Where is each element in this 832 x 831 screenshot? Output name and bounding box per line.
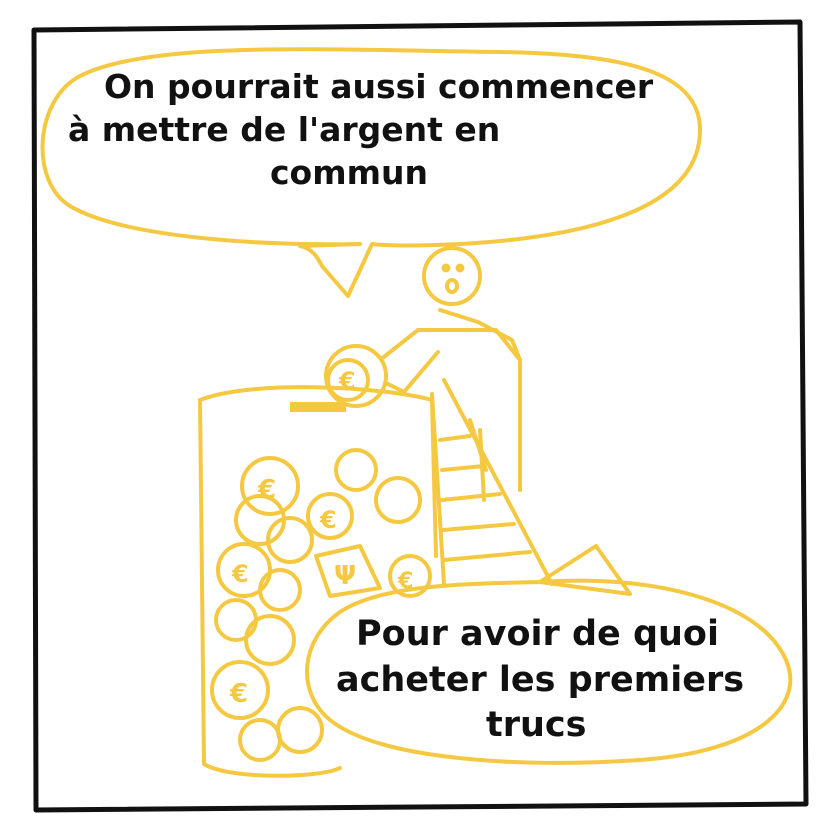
held-coin: € bbox=[324, 344, 388, 408]
speech-line: acheter les premiers bbox=[336, 659, 745, 700]
ladder bbox=[430, 378, 554, 586]
svg-text:€: € bbox=[397, 569, 413, 594]
speech-line: trucs bbox=[486, 705, 587, 745]
svg-text:€: € bbox=[231, 560, 249, 588]
speech-text-top: On pourrait aussi commencer à mettre de … bbox=[60, 66, 680, 195]
speech-line: Pour avoir de quoi bbox=[356, 614, 719, 654]
speech-line: à mettre de l'argent en bbox=[68, 109, 501, 149]
svg-text:€: € bbox=[229, 679, 248, 709]
speech-text-bottom: Pour avoir de quoi acheter les premiers … bbox=[330, 612, 770, 749]
jar-slot bbox=[290, 402, 346, 412]
svg-text:€: € bbox=[257, 475, 276, 505]
svg-text:Ψ: Ψ bbox=[334, 561, 356, 591]
speech-line: commun bbox=[270, 152, 428, 192]
speech-line: On pourrait aussi commencer bbox=[104, 67, 654, 106]
svg-text:€: € bbox=[319, 506, 337, 534]
character bbox=[370, 246, 522, 502]
comic-panel: € € € € € Ψ € On pourrait aussi commence… bbox=[0, 0, 832, 831]
character-head bbox=[422, 246, 482, 306]
